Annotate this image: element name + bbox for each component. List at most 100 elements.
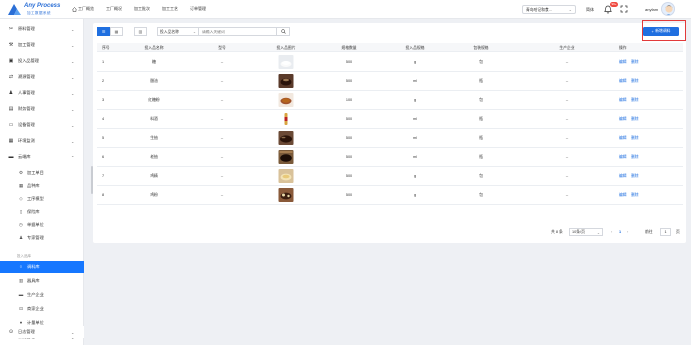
product-thumbnail[interactable] <box>278 74 294 88</box>
delete-link[interactable]: 删除 <box>631 60 639 65</box>
sidebar-subitem-manufacturer[interactable]: ▬ 生产企业 <box>0 289 84 301</box>
table-row: 6 老抽 -- 500 ml 瓶 -- 编辑 删除 <box>97 148 683 167</box>
nav-order-management[interactable]: 订单管理 <box>190 6 206 12</box>
sidebar-item-ingredients[interactable]: ✂ 原料管理 ⌄ <box>0 23 84 35</box>
cell-manufacturer: -- <box>565 117 569 121</box>
sidebar-subitem-doc-unit[interactable]: ◷ 单据单位 <box>0 219 84 231</box>
sidebar-subitem-process-model[interactable]: ◇ 工序模型 <box>0 193 84 205</box>
row-index: 6 <box>102 155 105 159</box>
product-thumbnail[interactable] <box>278 112 294 126</box>
goto-page-input[interactable]: 1 <box>660 228 671 236</box>
nav-process-craft[interactable]: 加工工艺 <box>162 6 178 12</box>
sidebar-subitem-process-catalog[interactable]: ⚙ 加工单目 <box>0 167 84 179</box>
sidebar-subitem-utensil-library[interactable]: ▥ 器具库 <box>0 275 84 287</box>
sidebar-subitem-experts[interactable]: ♟ 专家管理 <box>0 232 84 244</box>
cell-model: -- <box>220 174 224 178</box>
factory-select[interactable]: 青岛哈记和食... ⌄ <box>522 5 576 14</box>
product-thumbnail[interactable] <box>278 169 294 183</box>
prev-page-button[interactable]: ‹ <box>611 230 612 234</box>
sidebar-item-label: 加工单目 <box>27 170 44 175</box>
cell-pack-unit: 包 <box>479 193 483 197</box>
product-thumbnail[interactable] <box>278 131 294 145</box>
sidebar-item-label: 器具库 <box>27 278 40 283</box>
product-thumbnail[interactable] <box>278 150 294 164</box>
delete-link[interactable]: 删除 <box>631 155 639 160</box>
sidebar-item-processing[interactable]: ⚒ 加工管理 ⌄ <box>0 39 84 51</box>
sidebar-item-monitor[interactable]: ▦ 环境监测 ⌄ <box>0 135 84 147</box>
avatar-face-icon <box>665 5 673 15</box>
edit-link[interactable]: 编辑 <box>619 60 627 65</box>
app-logo[interactable]: Any Process 加工数据系统 <box>8 2 68 17</box>
table-header: 序号 投入品名称 型号 投入品图片 规格数量 投入品规格 包装规格 生产企业 操… <box>97 43 683 52</box>
chevron-down-icon: ⌄ <box>71 42 75 48</box>
sidebar-item-label: 保险库 <box>27 209 40 214</box>
sidebar-subitem-variety-library[interactable]: ▦ 品种库 <box>0 180 84 192</box>
edit-link[interactable]: 编辑 <box>619 98 627 103</box>
product-thumbnail[interactable] <box>278 93 294 107</box>
sidebar-item-hr[interactable]: ♟ 人事管理 ⌄ <box>0 87 84 99</box>
cell-spec-unit: g <box>413 98 417 102</box>
delete-link[interactable]: 删除 <box>631 193 639 198</box>
fullscreen-icon[interactable] <box>620 5 628 13</box>
page-size-select[interactable]: 10条/页 ⌄ <box>569 228 603 236</box>
delete-link[interactable]: 删除 <box>631 98 639 103</box>
nav-factory-overview[interactable]: 工厂概览 <box>72 6 94 12</box>
product-thumbnail[interactable] <box>278 55 294 69</box>
cell-spec-unit: ml <box>412 136 418 140</box>
edit-link[interactable]: 编辑 <box>619 174 627 179</box>
search-button[interactable] <box>277 27 290 36</box>
sidebar-subitem-merchant[interactable]: ⊡ 商家企业 <box>0 303 84 315</box>
user-name[interactable]: anyfam <box>645 7 658 12</box>
cell-quantity: 500 <box>345 174 353 178</box>
page-number-current[interactable]: 1 <box>619 230 621 234</box>
next-page-button[interactable]: › <box>627 230 628 234</box>
sidebar-item-devices[interactable]: ▭ 设备管理 ⌄ <box>0 119 84 131</box>
chevron-down-icon: ⌄ <box>192 30 196 34</box>
main-panel: ☰ ▦ ▥ 投入品名称 ⌄ + 新增调料 序号 投入品名称 型号 投入品图片 规… <box>93 23 686 243</box>
sidebar-item-cloud-library[interactable]: ▬ 云端库 ⌃ <box>0 151 84 163</box>
delete-link[interactable]: 删除 <box>631 174 639 179</box>
sidebar-item-label: 溯源管理 <box>18 74 35 79</box>
tools-icon: ▥ <box>18 278 24 283</box>
avatar[interactable] <box>661 2 675 16</box>
cell-model: -- <box>220 98 224 102</box>
edit-link[interactable]: 编辑 <box>619 117 627 122</box>
edit-link[interactable]: 编辑 <box>619 193 627 198</box>
cell-model: -- <box>220 193 224 197</box>
nav-process-batch[interactable]: 加工批次 <box>134 6 150 12</box>
edit-link[interactable]: 编辑 <box>619 136 627 141</box>
list-view-button[interactable]: ☰ <box>97 27 110 36</box>
page-size-value: 10条/页 <box>572 230 585 235</box>
ingredient-icon: ✂ <box>8 26 14 32</box>
delete-link[interactable]: 删除 <box>631 79 639 84</box>
cell-spec-unit: ml <box>412 79 418 83</box>
cell-manufacturer: -- <box>565 136 569 140</box>
nav-factory-profile[interactable]: 工厂概况 <box>106 6 122 12</box>
column-header: 规格数量 <box>341 45 357 50</box>
filter-button[interactable]: ▥ <box>134 27 147 36</box>
chevron-down-icon: ⌄ <box>71 58 75 64</box>
column-header: 序号 <box>102 45 110 50</box>
cell-name: 鸡粉 <box>150 193 158 197</box>
delete-link[interactable]: 删除 <box>631 117 639 122</box>
sidebar-subitem-seasoning-library[interactable]: ○ 调料库 <box>0 261 84 273</box>
table-row: 7 鸡精 -- 500 g 包 -- 编辑 删除 <box>97 167 683 186</box>
edit-link[interactable]: 编辑 <box>619 155 627 160</box>
cart-icon: ⊡ <box>19 306 23 311</box>
search-field-select[interactable]: 投入品名称 ⌄ <box>157 27 199 36</box>
grid-view-button[interactable]: ▦ <box>110 27 123 36</box>
product-thumbnail[interactable] <box>278 188 294 202</box>
cell-pack-unit: 瓶 <box>479 155 483 159</box>
edit-link[interactable]: 编辑 <box>619 79 627 84</box>
sidebar-item-trace[interactable]: ⇄ 溯源管理 ⌄ <box>0 71 84 83</box>
sidebar-item-inputs[interactable]: ▣ 投入品管理 ⌄ <box>0 55 84 67</box>
search-input[interactable] <box>199 27 277 36</box>
sidebar-subitem-insurance[interactable]: ▯ 保险库 <box>0 206 84 218</box>
sidebar-item-finance[interactable]: ▤ 财务管理 ⌄ <box>0 103 84 115</box>
sidebar-item-logs[interactable]: ⊙ 日志管理 ⌄ <box>0 326 84 338</box>
row-index: 3 <box>102 98 105 102</box>
sidebar-item-label: 设备管理 <box>18 122 35 127</box>
language-switch[interactable]: 简体 <box>586 7 594 13</box>
delete-link[interactable]: 删除 <box>631 136 639 141</box>
finance-icon: ▤ <box>8 106 14 112</box>
